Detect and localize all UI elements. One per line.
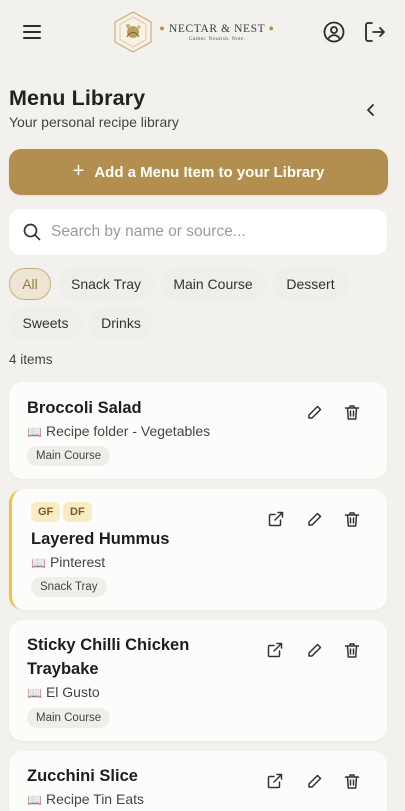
menu-icon[interactable]: [20, 20, 44, 44]
account-icon[interactable]: [322, 20, 346, 44]
filter-chip-dessert[interactable]: Dessert: [273, 268, 348, 300]
chevron-left-icon[interactable]: [359, 98, 383, 122]
filter-chip-sweets[interactable]: Sweets: [9, 307, 82, 339]
recipe-source-text: Pinterest: [49, 554, 106, 570]
recipe-title-line: Sticky Chilli Chicken: [27, 636, 190, 654]
logout-icon[interactable]: [363, 20, 387, 44]
search-icon: [23, 223, 41, 241]
brand-name-text: NECTAR & NEST: [168, 22, 266, 35]
logo-emblem-icon: [113, 11, 153, 53]
brand-name: ● NECTAR & NEST ●: [159, 23, 274, 35]
recipe-source-text: Recipe folder - Vegetables: [45, 423, 211, 439]
logo-text: ● NECTAR & NEST ● Gather. Nourish. Note.: [159, 23, 274, 42]
page-subtitle: Your personal recipe library: [9, 114, 179, 130]
recipe-title: Sticky Chilli Chicken Traybake: [27, 633, 189, 681]
recipe-source: 📖 Pinterest: [31, 554, 105, 570]
brand-dot-left: ●: [159, 22, 166, 33]
recipe-source: 📖 Recipe folder - Vegetables: [27, 423, 210, 439]
book-icon: 📖: [31, 556, 46, 570]
gluten-free-badge: GF: [31, 502, 61, 522]
recipe-source-text: Recipe Tin Eats: [45, 791, 145, 807]
category-tag: Main Course: [27, 708, 111, 728]
recipe-title-line: Traybake: [27, 660, 99, 678]
trash-icon[interactable]: [342, 402, 362, 422]
recipe-title: Layered Hummus: [31, 530, 170, 548]
recipe-title: Zucchini Slice: [27, 767, 138, 785]
item-count: 4 items: [9, 352, 53, 367]
brand-tagline: Gather. Nourish. Note.: [188, 35, 246, 42]
search-input[interactable]: [51, 223, 351, 241]
brand-logo[interactable]: ● NECTAR & NEST ● Gather. Nourish. Note.: [113, 11, 274, 53]
recipe-source: 📖 El Gusto: [27, 684, 100, 700]
recipe-card[interactable]: Sticky Chilli Chicken Traybake 📖 El Gusto…: [9, 620, 387, 741]
filter-chip-snack-tray[interactable]: Snack Tray: [58, 268, 154, 300]
edit-icon[interactable]: [304, 509, 324, 529]
trash-icon[interactable]: [342, 771, 362, 791]
recipe-title: Broccoli Salad: [27, 399, 142, 417]
edit-icon[interactable]: [304, 640, 324, 660]
page-title: Menu Library: [9, 86, 146, 110]
top-bar: ● NECTAR & NEST ● Gather. Nourish. Note.: [0, 0, 405, 64]
category-tag: Main Course: [27, 446, 111, 466]
add-button-label: Add a Menu Item to your Library: [94, 163, 325, 181]
recipe-source-text: El Gusto: [45, 684, 100, 700]
trash-icon[interactable]: [342, 640, 362, 660]
book-icon: 📖: [27, 793, 42, 807]
page-heading: Menu Library Your personal recipe librar…: [9, 86, 179, 130]
filter-chip-drinks[interactable]: Drinks: [89, 307, 153, 339]
dairy-free-badge: DF: [63, 502, 92, 522]
external-link-icon[interactable]: [266, 509, 286, 529]
brand-dot-right: ●: [268, 22, 275, 33]
recipe-card[interactable]: Zucchini Slice 📖 Recipe Tin Eats: [9, 751, 387, 811]
book-icon: 📖: [27, 425, 42, 439]
external-link-icon[interactable]: [265, 771, 285, 791]
filter-chip-all[interactable]: All: [9, 268, 51, 300]
edit-icon[interactable]: [304, 402, 324, 422]
trash-icon[interactable]: [342, 509, 362, 529]
plus-icon: +: [72, 160, 85, 182]
recipe-card[interactable]: Broccoli Salad 📖 Recipe folder - Vegetabl…: [9, 382, 387, 479]
filter-chip-main-course[interactable]: Main Course: [160, 268, 266, 300]
add-menu-item-button[interactable]: + Add a Menu Item to your Library: [9, 149, 388, 195]
search-bar[interactable]: [9, 209, 387, 255]
recipe-card[interactable]: GF DF Layered Hummus 📖 Pinterest Snack Tr…: [9, 489, 387, 610]
recipe-source: 📖 Recipe Tin Eats: [27, 791, 144, 807]
edit-icon[interactable]: [304, 771, 324, 791]
external-link-icon[interactable]: [265, 640, 285, 660]
book-icon: 📖: [27, 686, 42, 700]
category-tag: Snack Tray: [31, 577, 107, 597]
